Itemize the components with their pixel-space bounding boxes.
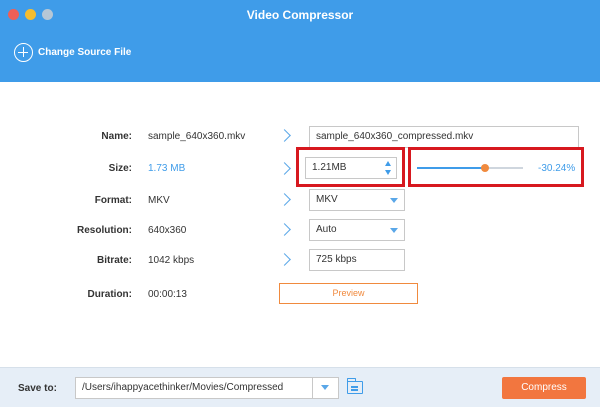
chevron-right-icon [278, 162, 291, 175]
source-size-value: 1.73 MB [148, 163, 186, 174]
output-size-value: 1.21MB [312, 162, 347, 173]
chevron-right-icon [278, 223, 291, 236]
compression-slider[interactable] [417, 164, 523, 172]
toolbar: Change Source File [0, 30, 600, 82]
chevron-down-icon [390, 228, 398, 233]
slider-thumb[interactable] [480, 164, 489, 172]
bottom-bar: Save to: /Users/ihappyacethinker/Movies/… [0, 367, 600, 407]
source-name-value: sample_640x360.mkv [148, 131, 246, 142]
preview-button[interactable]: Preview [279, 283, 418, 304]
compress-button[interactable]: Compress [502, 377, 586, 399]
source-bitrate-value: 1042 kbps [148, 255, 195, 266]
save-to-label: Save to: [18, 383, 57, 394]
format-select[interactable]: MKV [309, 189, 405, 211]
source-format-value: MKV [148, 195, 170, 206]
chevron-right-icon [278, 193, 291, 206]
duration-value: 00:00:13 [148, 289, 187, 300]
resolution-select-value: Auto [316, 224, 337, 235]
stepper-up-icon[interactable] [385, 161, 391, 166]
name-label: Name: [101, 131, 132, 142]
plus-circle-icon[interactable] [14, 43, 33, 62]
chevron-right-icon [278, 129, 291, 142]
resolution-label: Resolution: [77, 225, 132, 236]
save-path-value: /Users/ihappyacethinker/Movies/Compresse… [82, 382, 284, 393]
resolution-select[interactable]: Auto [309, 219, 405, 241]
save-path-select[interactable]: /Users/ihappyacethinker/Movies/Compresse… [75, 377, 339, 399]
chevron-down-icon [390, 198, 398, 203]
duration-label: Duration: [87, 289, 132, 300]
change-source-file-button[interactable]: Change Source File [38, 47, 131, 58]
save-path-dropdown-button[interactable] [312, 378, 338, 398]
stepper-down-icon[interactable] [385, 170, 391, 175]
format-label: Format: [94, 195, 132, 206]
chevron-right-icon [278, 253, 291, 266]
chevron-down-icon [321, 385, 329, 390]
window-title: Video Compressor [246, 8, 354, 22]
format-select-value: MKV [316, 194, 338, 205]
folder-icon[interactable] [346, 378, 363, 394]
output-name-input[interactable]: sample_640x360_compressed.mkv [309, 126, 579, 148]
slider-fill [417, 167, 485, 169]
size-label: Size: [108, 163, 132, 174]
bitrate-input[interactable]: 725 kbps [309, 249, 405, 271]
bitrate-label: Bitrate: [96, 255, 132, 266]
title-bar: Video Compressor [0, 0, 600, 30]
output-size-stepper[interactable]: 1.21MB [305, 157, 397, 179]
source-resolution-value: 640x360 [148, 225, 187, 236]
compression-percent: -30.24% [538, 163, 576, 174]
